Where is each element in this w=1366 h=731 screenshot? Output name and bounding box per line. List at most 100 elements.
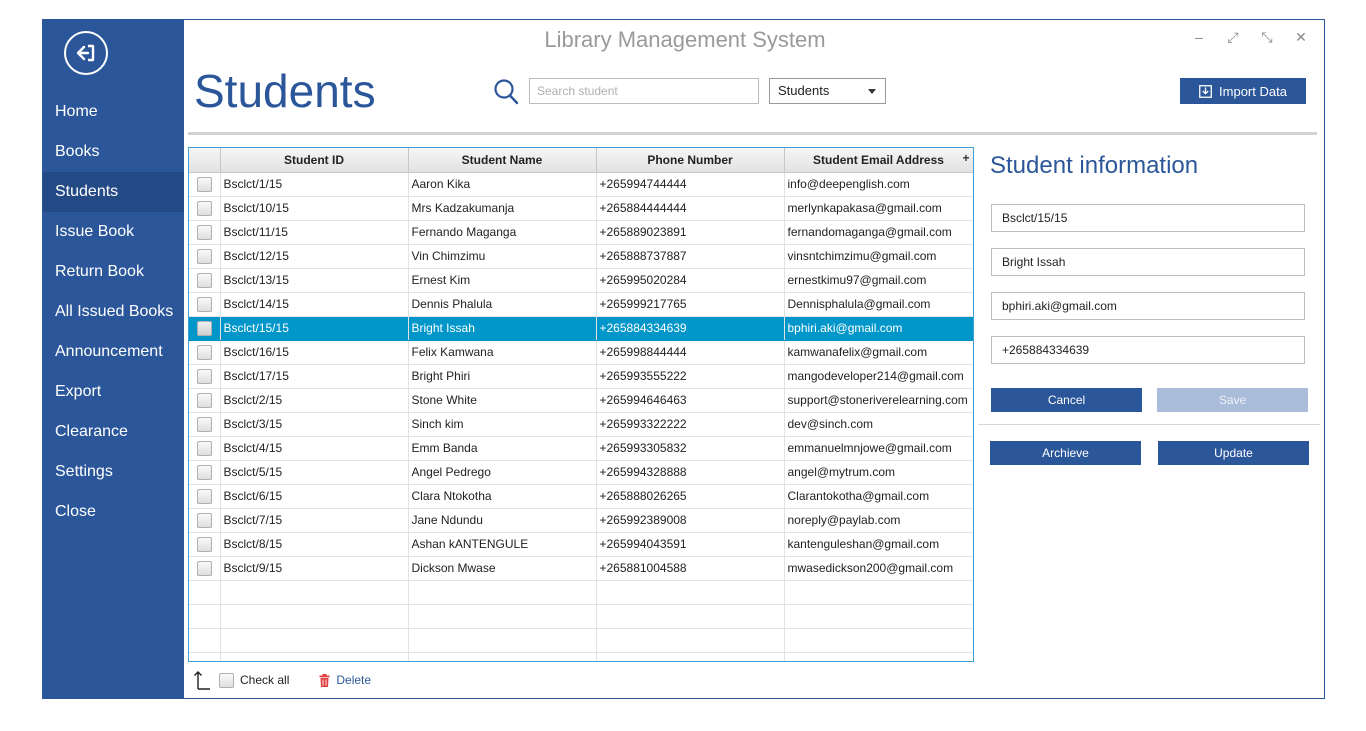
student-name-cell[interactable]: Angel Pedrego — [408, 460, 597, 485]
table-row[interactable]: Bsclct/14/15 Dennis Phalula +265999217765 D… — [189, 292, 973, 317]
student-id-cell[interactable]: Bsclct/12/15 — [220, 244, 409, 269]
student-name-field[interactable] — [991, 248, 1305, 276]
student-id-cell[interactable]: Bsclct/11/15 — [220, 220, 409, 245]
student-id-cell[interactable]: Bsclct/17/15 — [220, 364, 409, 389]
sidebar-item-settings[interactable]: Settings — [43, 452, 184, 492]
row-checkbox[interactable] — [196, 200, 212, 216]
phone-number-cell[interactable]: +265999217765 — [596, 292, 785, 317]
student-id-cell[interactable]: Bsclct/1/15 — [220, 172, 409, 197]
phone-number-cell[interactable]: +265992389008 — [596, 508, 785, 533]
email-cell[interactable]: noreply@paylab.com — [784, 508, 973, 533]
sidebar-item-issue-book[interactable]: Issue Book — [43, 212, 184, 252]
row-checkbox[interactable] — [196, 296, 212, 312]
student-id-cell[interactable]: Bsclct/14/15 — [220, 292, 409, 317]
email-cell[interactable]: merlynkapakasa@gmail.com — [784, 196, 973, 221]
row-checkbox[interactable] — [196, 272, 212, 288]
student-id-cell[interactable]: Bsclct/16/15 — [220, 340, 409, 365]
restore-icon[interactable]: ⤡ — [1252, 26, 1282, 48]
table-row[interactable]: Bsclct/16/15 Felix Kamwana +265998844444 ka… — [189, 340, 973, 365]
row-checkbox[interactable] — [196, 176, 212, 192]
student-name-cell[interactable]: Jane Ndundu — [408, 508, 597, 533]
row-checkbox[interactable] — [196, 440, 212, 456]
email-cell[interactable]: vinsntchimzimu@gmail.com — [784, 244, 973, 269]
student-name-cell[interactable]: Bright Phiri — [408, 364, 597, 389]
student-id-cell[interactable]: Bsclct/15/15 — [220, 316, 409, 341]
student-name-cell[interactable]: Vin Chimzimu — [408, 244, 597, 269]
student-name-cell[interactable]: Aaron Kika — [408, 172, 597, 197]
student-id-cell[interactable]: Bsclct/2/15 — [220, 388, 409, 413]
row-checkbox[interactable] — [196, 248, 212, 264]
email-cell[interactable]: emmanuelmnjowe@gmail.com — [784, 436, 973, 461]
phone-number-cell[interactable]: +265998844444 — [596, 340, 785, 365]
student-id-field[interactable] — [991, 204, 1305, 232]
sidebar-item-all-issued-books[interactable]: All Issued Books — [43, 292, 184, 332]
email-cell[interactable]: dev@sinch.com — [784, 412, 973, 437]
student-name-cell[interactable]: Sinch kim — [408, 412, 597, 437]
table-row[interactable]: Bsclct/1/15 Aaron Kika +265994744444 info@d… — [189, 172, 973, 197]
sidebar-item-announcement[interactable]: Announcement — [43, 332, 184, 372]
email-cell[interactable]: mangodeveloper214@gmail.com — [784, 364, 973, 389]
phone-number-cell[interactable]: +265993555222 — [596, 364, 785, 389]
table-row[interactable]: Bsclct/12/15 Vin Chimzimu +265888737887 vin… — [189, 244, 973, 269]
student-name-cell[interactable]: Mrs Kadzakumanja — [408, 196, 597, 221]
table-row[interactable]: Bsclct/8/15 Ashan kANTENGULE +265994043591… — [189, 532, 973, 557]
column-header-student-name[interactable]: Student Name — [408, 148, 597, 173]
table-row[interactable]: Bsclct/15/15 Bright Issah +265884334639 bph… — [189, 316, 973, 341]
phone-number-cell[interactable]: +265994043591 — [596, 532, 785, 557]
phone-number-cell[interactable]: +265881004588 — [596, 556, 785, 581]
maximize-icon[interactable]: ⤢ — [1218, 26, 1248, 48]
email-cell[interactable]: support@stoneriverelearning.com — [784, 388, 973, 413]
table-row[interactable]: Bsclct/5/15 Angel Pedrego +265994328888 ang… — [189, 460, 973, 485]
import-data-button[interactable]: Import Data — [1180, 78, 1306, 104]
student-id-cell[interactable]: Bsclct/7/15 — [220, 508, 409, 533]
table-row[interactable]: Bsclct/4/15 Emm Banda +265993305832 emmanue… — [189, 436, 973, 461]
student-name-cell[interactable]: Dickson Mwase — [408, 556, 597, 581]
student-id-cell[interactable]: Bsclct/10/15 — [220, 196, 409, 221]
minimize-icon[interactable]: – — [1184, 26, 1214, 48]
table-row[interactable]: Bsclct/13/15 Ernest Kim +265995020284 ernes… — [189, 268, 973, 293]
sidebar-item-clearance[interactable]: Clearance — [43, 412, 184, 452]
student-id-cell[interactable]: Bsclct/4/15 — [220, 436, 409, 461]
student-id-cell[interactable]: Bsclct/6/15 — [220, 484, 409, 509]
search-icon[interactable] — [493, 78, 519, 106]
email-cell[interactable]: Dennisphalula@gmail.com — [784, 292, 973, 317]
column-header-phone-number[interactable]: Phone Number — [596, 148, 785, 173]
sidebar-item-books[interactable]: Books — [43, 132, 184, 172]
phone-number-cell[interactable]: +265993305832 — [596, 436, 785, 461]
add-column-icon[interactable]: + — [962, 151, 969, 165]
student-id-cell[interactable]: Bsclct/3/15 — [220, 412, 409, 437]
phone-number-cell[interactable]: +265994646463 — [596, 388, 785, 413]
filter-select[interactable]: Students — [769, 78, 886, 104]
phone-number-cell[interactable]: +265995020284 — [596, 268, 785, 293]
row-checkbox[interactable] — [196, 488, 212, 504]
student-email-field[interactable] — [991, 292, 1305, 320]
student-id-cell[interactable]: Bsclct/8/15 — [220, 532, 409, 557]
phone-number-cell[interactable]: +265888026265 — [596, 484, 785, 509]
phone-number-cell[interactable]: +265994744444 — [596, 172, 785, 197]
sidebar-item-close[interactable]: Close — [43, 492, 184, 532]
email-cell[interactable]: kamwanafelix@gmail.com — [784, 340, 973, 365]
sidebar-item-return-book[interactable]: Return Book — [43, 252, 184, 292]
search-input[interactable] — [529, 78, 759, 104]
email-cell[interactable]: mwasedickson200@gmail.com — [784, 556, 973, 581]
student-name-cell[interactable]: Ashan kANTENGULE — [408, 532, 597, 557]
column-header-student-id[interactable]: Student ID — [220, 148, 409, 173]
table-row[interactable]: Bsclct/7/15 Jane Ndundu +265992389008 norep… — [189, 508, 973, 533]
phone-number-cell[interactable]: +265884334639 — [596, 316, 785, 341]
student-name-cell[interactable]: Fernando Maganga — [408, 220, 597, 245]
table-row[interactable]: Bsclct/17/15 Bright Phiri +265993555222 man… — [189, 364, 973, 389]
student-name-cell[interactable]: Felix Kamwana — [408, 340, 597, 365]
student-id-cell[interactable]: Bsclct/5/15 — [220, 460, 409, 485]
email-cell[interactable]: info@deepenglish.com — [784, 172, 973, 197]
email-cell[interactable]: ernestkimu97@gmail.com — [784, 268, 973, 293]
student-name-cell[interactable]: Stone White — [408, 388, 597, 413]
row-checkbox[interactable] — [196, 224, 212, 240]
email-cell[interactable]: angel@mytrum.com — [784, 460, 973, 485]
row-checkbox[interactable] — [196, 512, 212, 528]
close-icon[interactable]: ✕ — [1286, 26, 1316, 48]
row-checkbox[interactable] — [196, 560, 212, 576]
cancel-button[interactable]: Cancel — [991, 388, 1142, 412]
student-name-cell[interactable]: Bright Issah — [408, 316, 597, 341]
table-row[interactable]: Bsclct/3/15 Sinch kim +265993322222 dev@sin… — [189, 412, 973, 437]
sidebar-item-home[interactable]: Home — [43, 92, 184, 132]
